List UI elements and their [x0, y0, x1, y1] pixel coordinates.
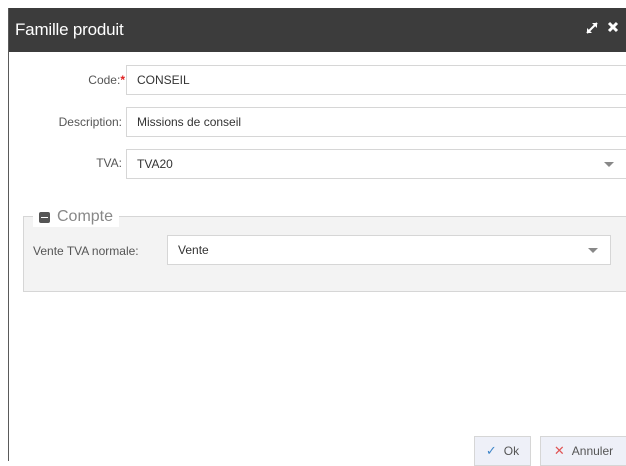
description-value: Missions de conseil	[137, 115, 242, 129]
code-label: Code:*	[88, 73, 125, 87]
ok-button[interactable]: ✓ Ok	[474, 436, 531, 466]
expand-icon[interactable]	[585, 21, 599, 39]
required-asterisk: *	[120, 73, 125, 87]
dialog-title: Famille produit	[15, 20, 124, 39]
description-field[interactable]: Missions de conseil	[126, 107, 626, 137]
close-icon[interactable]	[607, 21, 619, 37]
compte-legend[interactable]: Compte	[33, 207, 120, 227]
chevron-down-icon[interactable]	[604, 162, 614, 167]
dialog-titlebar[interactable]: Famille produit	[9, 8, 626, 52]
collapse-icon[interactable]	[39, 211, 50, 223]
code-value: CONSEIL	[137, 73, 190, 87]
close-x-icon: ✕	[553, 443, 565, 458]
vente-value: Vente	[178, 243, 209, 257]
compte-legend-label: Compte	[57, 208, 114, 225]
cancel-label: Annuler	[571, 444, 614, 458]
chevron-down-icon[interactable]	[588, 248, 598, 253]
code-field[interactable]: CONSEIL	[126, 65, 626, 95]
cancel-button[interactable]: ✕ Annuler	[540, 436, 626, 466]
ok-label: Ok	[503, 444, 520, 458]
vente-tva-normale-label: Vente TVA normale:	[33, 244, 139, 258]
description-label: Description:	[58, 115, 122, 129]
tva-label: TVA:	[96, 156, 122, 170]
famille-produit-dialog: Famille produit Code:* CONSEIL Descripti…	[8, 8, 626, 466]
tva-value: TVA20	[137, 157, 173, 171]
check-icon: ✓	[485, 443, 497, 458]
tva-select[interactable]: TVA20	[126, 149, 626, 179]
vente-tva-normale-select[interactable]: Vente	[167, 235, 611, 265]
